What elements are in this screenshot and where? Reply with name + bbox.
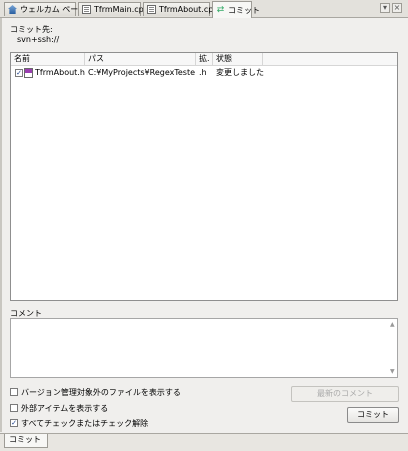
bottom-tab-commit[interactable]: コミット (4, 434, 48, 448)
externals-label: 外部アイテムを表示する (21, 404, 109, 413)
commit-file-list[interactable]: 名前 パス 拡. 状態 ✓ TfrmAbout.h C:¥MyProjects¥… (10, 52, 398, 301)
row-checkbox[interactable]: ✓ (15, 69, 23, 77)
commit-target-label: コミット先: (10, 25, 53, 34)
commit-target-url: svn+ssh:// (17, 35, 60, 44)
unversioned-checkbox[interactable] (10, 388, 18, 396)
comment-textarea[interactable]: ▲ ▼ (10, 318, 398, 378)
cpp-file-icon (147, 5, 156, 14)
header-file-icon (24, 68, 33, 78)
tab-label: TfrmAbout.cpp (159, 5, 219, 14)
scroll-down-arrow-icon[interactable]: ▼ (390, 368, 395, 375)
check-all-checkbox[interactable]: ✓ (10, 419, 18, 427)
tab-bar: ウェルカム ページ TfrmMain.cpp TfrmAbout.cpp ⇄ コ… (0, 0, 408, 18)
tab-welcome-page[interactable]: ウェルカム ページ (4, 2, 86, 16)
scroll-up-arrow-icon[interactable]: ▲ (390, 321, 395, 328)
cell-name: TfrmAbout.h (35, 68, 85, 77)
column-header-ext[interactable]: 拡. (196, 53, 213, 65)
cell-status: 変更しました (216, 68, 264, 77)
tab-label: ウェルカム ページ (20, 5, 87, 14)
unversioned-label: バージョン管理対象外のファイルを表示する (21, 388, 181, 397)
tab-tfrmmain-cpp[interactable]: TfrmMain.cpp (78, 2, 149, 16)
check-all-label: すべてチェックまたはチェック解除 (21, 419, 149, 428)
bottom-tab-strip: コミット (0, 433, 408, 451)
tab-list-dropdown-icon[interactable]: ▾ (380, 3, 390, 13)
cell-path: C:¥MyProjects¥RegexTester¥ (88, 68, 195, 77)
commit-icon: ⇄ (216, 4, 225, 15)
home-icon (8, 5, 17, 14)
tab-commit[interactable]: ⇄ コミット (212, 1, 260, 18)
comment-scrollbar[interactable]: ▲ ▼ (388, 319, 397, 377)
table-row[interactable]: ✓ TfrmAbout.h C:¥MyProjects¥RegexTester¥… (11, 67, 397, 79)
tab-label: コミット (228, 5, 260, 15)
column-header-name[interactable]: 名前 (11, 53, 85, 65)
cell-ext: .h (199, 68, 207, 77)
column-header-status[interactable]: 状態 (213, 53, 263, 65)
grid-header: 名前 パス 拡. 状態 (11, 53, 397, 66)
commit-button[interactable]: コミット (347, 407, 399, 423)
tab-tfrmabout-cpp[interactable]: TfrmAbout.cpp (143, 2, 218, 16)
left-panel-edge (0, 18, 2, 432)
column-header-path[interactable]: パス (85, 53, 196, 65)
tab-label: TfrmMain.cpp (94, 5, 149, 14)
close-icon[interactable]: × (392, 3, 402, 13)
externals-checkbox[interactable] (10, 404, 18, 412)
cpp-file-icon (82, 5, 91, 14)
recent-comments-button[interactable]: 最新のコメント (291, 386, 399, 402)
